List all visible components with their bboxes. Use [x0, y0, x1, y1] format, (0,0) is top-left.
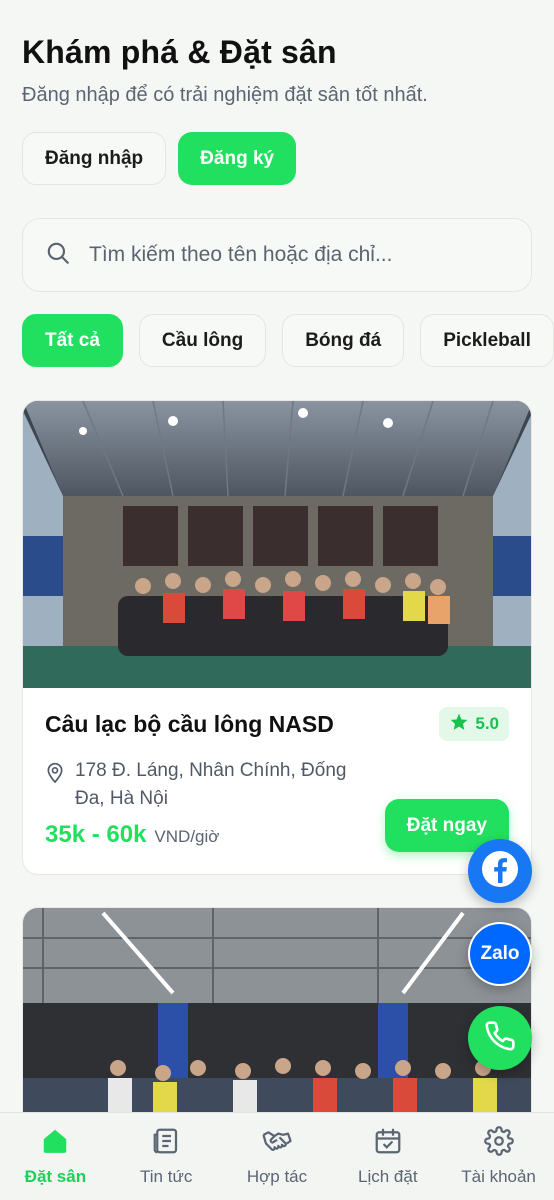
category-filters: Tất cả Cầu lông Bóng đá Pickleball: [22, 314, 554, 367]
register-button[interactable]: Đăng ký: [178, 132, 297, 185]
phone-icon: [484, 1020, 516, 1057]
nav-label: Hợp tác: [246, 1167, 308, 1186]
search-placeholder: Tìm kiếm theo tên hoặc địa chỉ...: [89, 243, 393, 266]
location-pin-icon: [45, 760, 65, 813]
page-subtitle: Đăng nhập để có trải nghiệm đặt sân tốt …: [22, 84, 428, 106]
call-button[interactable]: [468, 1006, 532, 1070]
nav-label: Tài khoản: [461, 1167, 536, 1186]
filter-pickleball[interactable]: Pickleball: [420, 314, 554, 367]
nav-item-booking[interactable]: Đặt sân: [0, 1126, 110, 1187]
bottom-nav: Đặt sân Tin tức Hợp tác Lịch đặt Tài kho…: [0, 1112, 554, 1200]
news-icon: [151, 1126, 181, 1161]
rating-value: 5.0: [475, 714, 499, 733]
gear-icon: [483, 1126, 514, 1161]
venue-address: 178 Đ. Láng, Nhân Chính, Đống Đa, Hà Nội: [75, 760, 347, 809]
star-icon: [449, 712, 469, 737]
login-button[interactable]: Đăng nhập: [22, 132, 167, 185]
price-unit: VND/giờ: [154, 827, 220, 846]
nav-label: Đặt sân: [24, 1167, 87, 1186]
auth-buttons: Đăng nhập Đăng ký: [22, 132, 297, 185]
rating-badge: 5.0: [439, 707, 509, 741]
zalo-icon: Zalo: [470, 924, 530, 984]
filter-football[interactable]: Bóng đá: [282, 314, 405, 367]
price-range: 35k - 60k: [45, 821, 147, 848]
nav-item-schedule[interactable]: Lịch đặt: [333, 1126, 443, 1187]
nav-label: Tin tức: [140, 1167, 193, 1186]
facebook-icon: [478, 847, 522, 896]
nav-item-partnership[interactable]: Hợp tác: [222, 1126, 332, 1187]
search-icon: [45, 240, 71, 271]
nav-label: Lịch đặt: [358, 1167, 418, 1186]
filter-all[interactable]: Tất cả: [22, 314, 123, 367]
venue-photo: [23, 401, 531, 688]
calendar-icon: [373, 1126, 403, 1161]
filter-badminton[interactable]: Cầu lông: [138, 314, 267, 367]
venue-address-row: 178 Đ. Láng, Nhân Chính, Đống Đa, Hà Nội: [45, 757, 365, 813]
venue-card[interactable]: Câu lạc bộ cầu lông NASD 5.0 178 Đ. Láng…: [22, 400, 532, 875]
handshake-icon: [261, 1126, 293, 1161]
nav-item-news[interactable]: Tin tức: [111, 1126, 221, 1187]
nav-item-account[interactable]: Tài khoản: [444, 1126, 554, 1187]
page-title: Khám phá & Đặt sân: [22, 34, 337, 70]
venue-price: 35k - 60k VND/giờ: [45, 821, 219, 849]
venue-name: Câu lạc bộ cầu lông NASD: [45, 711, 334, 737]
zalo-button[interactable]: Zalo: [468, 922, 532, 986]
search-input[interactable]: Tìm kiếm theo tên hoặc địa chỉ...: [22, 218, 532, 292]
home-icon: [40, 1126, 70, 1161]
facebook-button[interactable]: [468, 839, 532, 903]
